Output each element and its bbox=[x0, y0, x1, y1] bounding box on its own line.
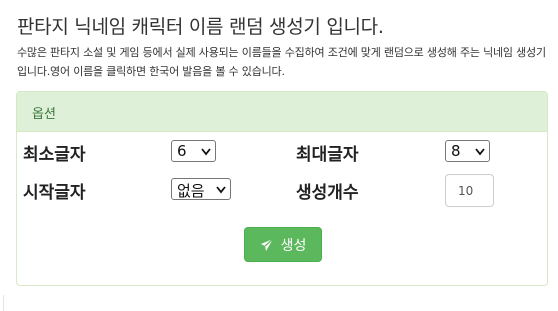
start-char-select[interactable]: 없음 bbox=[171, 178, 231, 200]
start-char-value: 없음 bbox=[177, 182, 205, 200]
count-label: 생성개수 bbox=[296, 183, 359, 203]
start-char-label: 시작글자 bbox=[23, 183, 86, 203]
options-panel-header: 옵션 bbox=[17, 92, 547, 132]
options-panel: 옵션 최소글자 6 최대글자 8 시작글자 없음 생성개수 10 생성 bbox=[16, 91, 548, 286]
max-chars-label: 최대글자 bbox=[296, 145, 359, 165]
max-chars-select[interactable]: 8 bbox=[445, 140, 490, 162]
page-title: 판타지 닉네임 캐릭터 이름 랜덤 생성기 입니다. bbox=[17, 16, 384, 38]
max-chars-value: 8 bbox=[451, 142, 461, 160]
generate-button-label: 생성 bbox=[280, 237, 307, 254]
min-chars-value: 6 bbox=[177, 142, 187, 160]
send-icon bbox=[260, 238, 274, 251]
chevron-down-icon bbox=[201, 148, 211, 156]
chevron-down-icon bbox=[216, 186, 226, 194]
divider bbox=[3, 295, 4, 311]
min-chars-select[interactable]: 6 bbox=[171, 140, 216, 162]
chevron-down-icon bbox=[475, 148, 485, 156]
min-chars-label: 최소글자 bbox=[23, 145, 86, 165]
generate-button[interactable]: 생성 bbox=[244, 227, 322, 262]
count-input[interactable]: 10 bbox=[445, 174, 494, 207]
page-description: 수많은 판타지 소설 및 게임 등에서 실제 사용되는 이름들을 수집하여 조건… bbox=[17, 46, 546, 78]
